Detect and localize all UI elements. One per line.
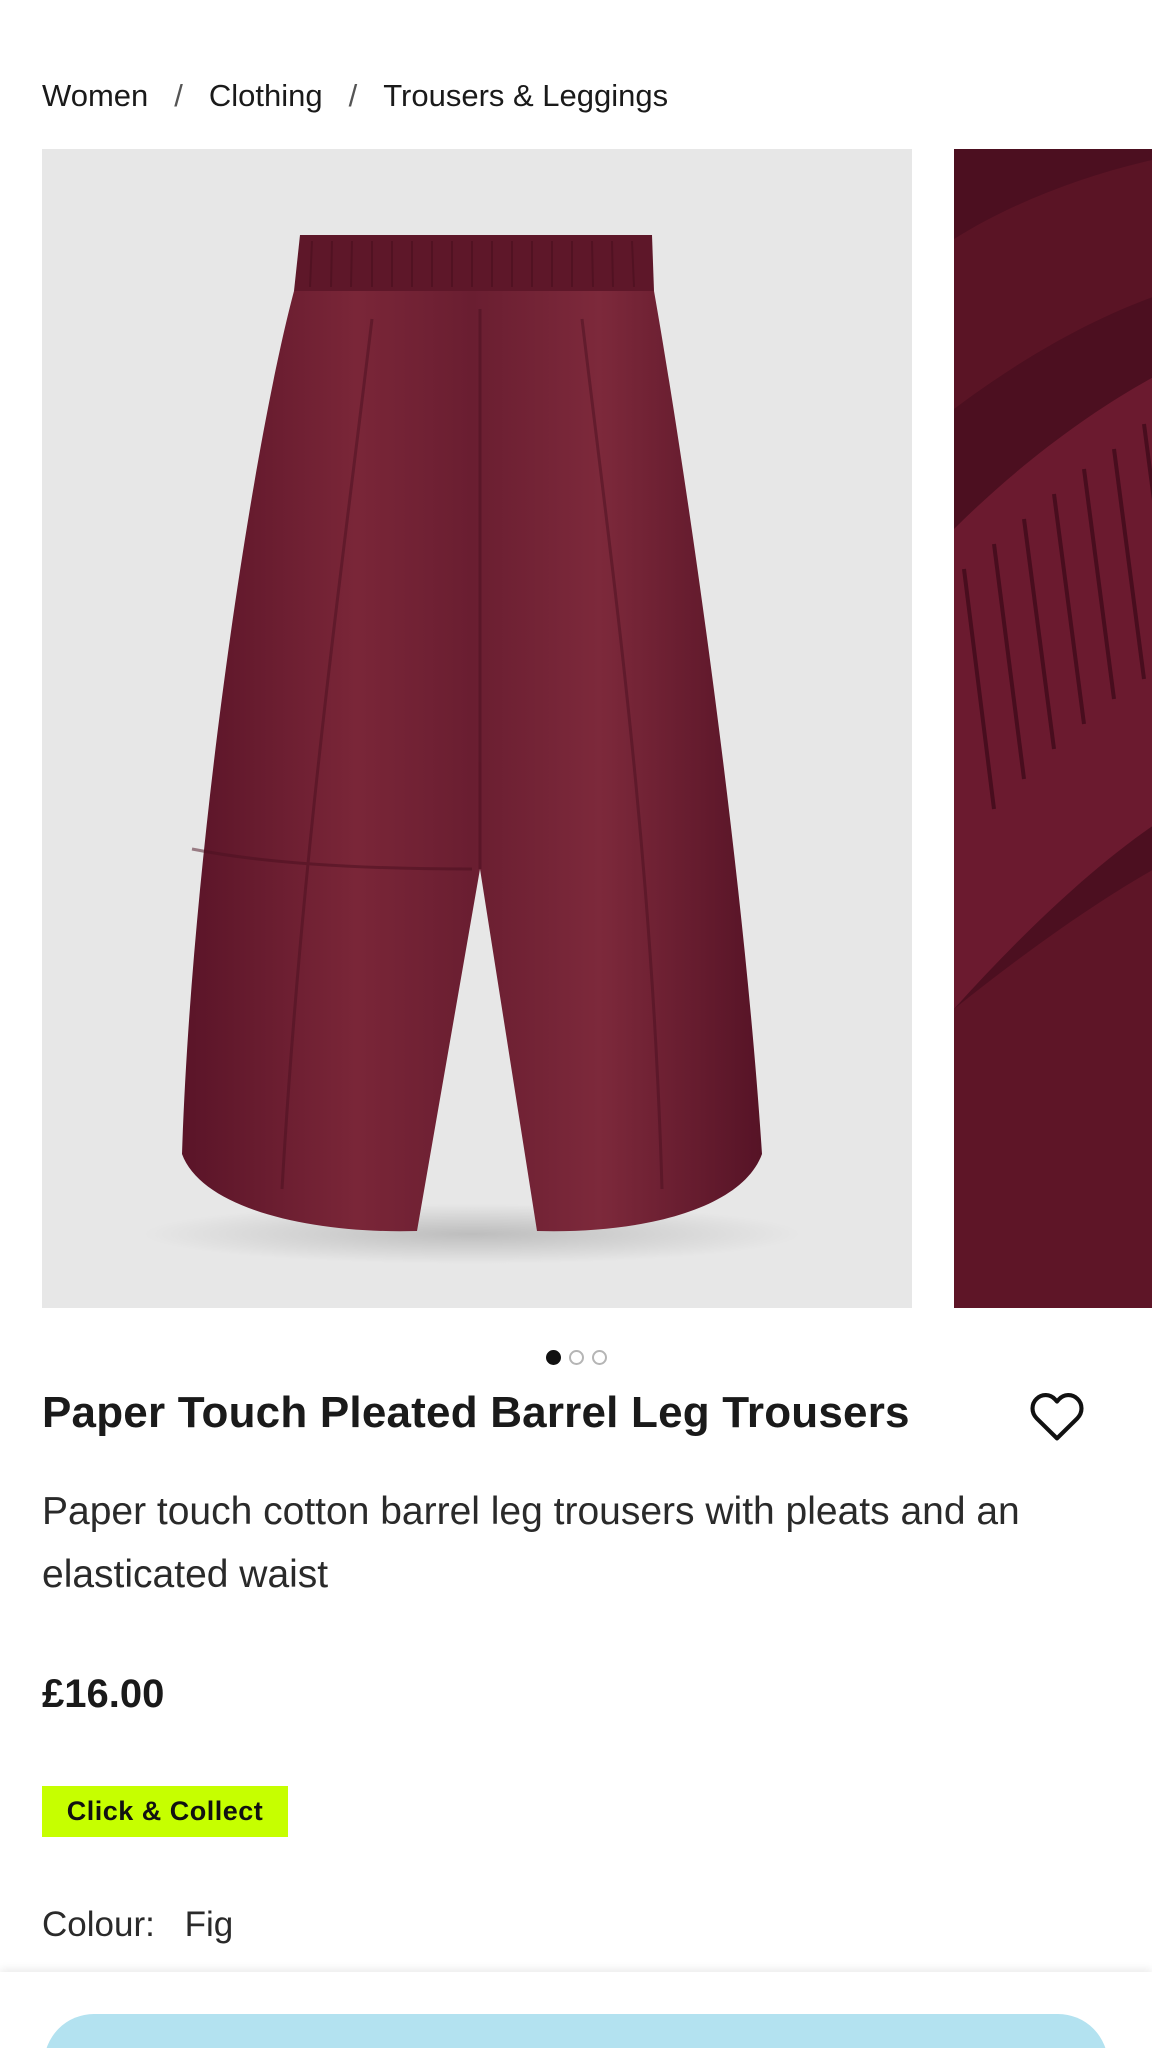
gallery-dot-3[interactable]	[591, 1350, 607, 1365]
breadcrumb-clothing[interactable]: Clothing	[209, 78, 323, 114]
click-collect-badge: Click & Collect	[42, 1786, 288, 1837]
gallery-dot-2[interactable]	[568, 1350, 584, 1365]
product-title: Paper Touch Pleated Barrel Leg Trousers	[42, 1388, 910, 1437]
breadcrumb-trousers-leggings[interactable]: Trousers & Leggings	[383, 78, 668, 114]
product-title-row: Paper Touch Pleated Barrel Leg Trousers	[42, 1388, 1092, 1452]
breadcrumb: Women / Clothing / Trousers & Leggings	[42, 74, 668, 118]
waistband-detail-image	[954, 149, 1152, 1308]
product-image-main[interactable]	[42, 149, 912, 1308]
gallery-pagination	[0, 1350, 1152, 1365]
product-image-gallery[interactable]	[42, 149, 1152, 1309]
wishlist-button[interactable]	[1024, 1382, 1090, 1448]
breadcrumb-separator: /	[348, 78, 358, 113]
product-image-next[interactable]	[954, 149, 1152, 1308]
add-to-bag-button[interactable]	[44, 2014, 1108, 2048]
breadcrumb-women[interactable]: Women	[42, 78, 148, 114]
product-price: £16.00	[42, 1672, 165, 1716]
breadcrumb-separator: /	[174, 78, 183, 113]
colour-selector: Colour: Fig	[42, 1905, 233, 1945]
trousers-front-image	[142, 235, 802, 1264]
product-description: Paper touch cotton barrel leg trousers w…	[42, 1490, 1020, 1596]
colour-label: Colour:	[42, 1905, 155, 1944]
heart-outline-icon	[1030, 1392, 1084, 1441]
gallery-dot-1[interactable]	[545, 1350, 561, 1365]
sticky-bottom-bar	[0, 1972, 1152, 2048]
colour-value: Fig	[184, 1905, 234, 1944]
